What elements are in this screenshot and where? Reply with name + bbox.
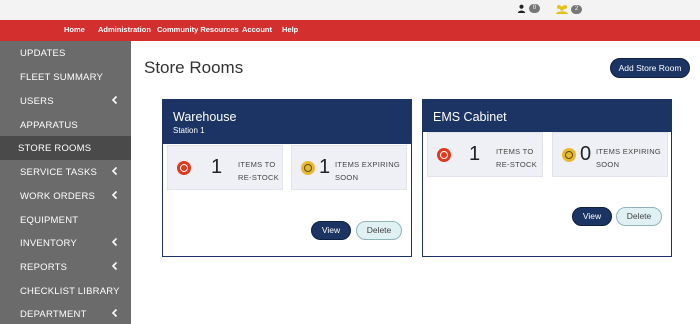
expiring-label-line2: SOON	[596, 160, 620, 169]
sidebar-item-label: STORE ROOMS	[18, 143, 92, 154]
expiring-count: 0	[580, 143, 592, 165]
chevron-left-icon	[111, 95, 118, 105]
sidebar-item-service-tasks[interactable]: SERVICE TASKS	[0, 160, 131, 184]
chevron-left-icon	[111, 237, 118, 247]
nav-help[interactable]: Help	[282, 25, 298, 34]
sidebar-item-label: EQUIPMENT	[20, 215, 79, 226]
sidebar-item-label: UPDATES	[20, 48, 66, 59]
nav-account[interactable]: Account	[242, 25, 272, 34]
nav-home[interactable]: Home	[64, 25, 85, 34]
sidebar: UPDATES FLEET SUMMARY USERS APPARATUS ST…	[0, 41, 131, 324]
nav-administration[interactable]: Administration	[98, 25, 151, 34]
restock-count: 1	[469, 143, 481, 165]
chevron-left-icon	[111, 166, 118, 176]
card-title: Warehouse	[173, 110, 237, 124]
restock-label-line1: ITEMS TO	[496, 147, 534, 156]
sidebar-item-inventory[interactable]: INVENTORY	[0, 231, 131, 255]
sidebar-item-store-rooms[interactable]: STORE ROOMS	[0, 136, 131, 160]
sidebar-item-reports[interactable]: REPORTS	[0, 255, 131, 279]
sidebar-item-equipment[interactable]: EQUIPMENT	[0, 208, 131, 232]
restock-stat: 1 ITEMS TO RE-STOCK	[427, 132, 543, 177]
delete-button[interactable]: Delete	[616, 207, 662, 226]
view-button[interactable]: View	[311, 221, 351, 240]
user-count-badge: 0	[529, 4, 540, 13]
delete-button[interactable]: Delete	[356, 221, 402, 240]
group-count-badge: 2	[571, 4, 582, 14]
group-icon	[556, 5, 568, 14]
user-icon	[517, 4, 526, 13]
sidebar-item-label: USERS	[20, 96, 54, 107]
restock-count: 1	[211, 156, 223, 178]
expiring-label-line1: ITEMS EXPIRING	[596, 147, 662, 156]
sidebar-item-work-orders[interactable]: WORK ORDERS	[0, 184, 131, 208]
main-navbar: Home Administration Community Resources …	[0, 20, 700, 41]
top-utility-bar: 0 2	[0, 0, 700, 20]
sidebar-item-checklist-library[interactable]: CHECKLIST LIBRARY	[0, 279, 131, 303]
sidebar-item-users[interactable]: USERS	[0, 89, 131, 113]
sidebar-item-department[interactable]: DEPARTMENT	[0, 302, 131, 324]
sidebar-item-label: WORK ORDERS	[20, 191, 96, 202]
expiring-label: ITEMS EXPIRING SOON	[335, 158, 400, 184]
expiring-stat: 0 ITEMS EXPIRING SOON	[552, 132, 668, 177]
sidebar-item-label: INVENTORY	[20, 238, 77, 249]
sidebar-item-label: APPARATUS	[20, 120, 78, 131]
chevron-left-icon	[111, 261, 118, 271]
sidebar-item-updates[interactable]: UPDATES	[0, 41, 131, 65]
expiring-target-icon	[301, 161, 315, 175]
expiring-label: ITEMS EXPIRING SOON	[596, 145, 661, 171]
sidebar-item-label: FLEET SUMMARY	[20, 72, 104, 83]
expiring-label-line1: ITEMS EXPIRING	[335, 160, 401, 169]
page-title: Store Rooms	[144, 58, 244, 77]
sidebar-item-label: SERVICE TASKS	[20, 167, 98, 178]
sidebar-item-label: DEPARTMENT	[20, 309, 87, 320]
restock-target-icon	[437, 148, 451, 162]
restock-label: ITEMS TO RE-STOCK	[496, 145, 537, 171]
restock-label-line2: RE-STOCK	[238, 173, 280, 182]
chevron-left-icon	[111, 308, 118, 318]
sidebar-item-label: REPORTS	[20, 262, 68, 273]
restock-target-icon	[177, 161, 191, 175]
user-indicator[interactable]: 0	[517, 4, 540, 13]
store-room-card-ems-cabinet: EMS Cabinet 1 ITEMS TO RE-STOCK 0 ITEMS …	[422, 99, 672, 257]
store-room-card-warehouse: Warehouse Station 1 1 ITEMS TO RE-STOCK …	[162, 99, 412, 257]
card-title: EMS Cabinet	[433, 110, 507, 124]
chevron-left-icon	[111, 190, 118, 200]
card-subtitle: Station 1	[173, 126, 205, 135]
expiring-count: 1	[319, 156, 331, 178]
expiring-label-line2: SOON	[335, 173, 359, 182]
restock-label-line1: ITEMS TO	[238, 160, 276, 169]
card-header: EMS Cabinet	[423, 100, 671, 132]
expiring-target-icon	[562, 148, 576, 162]
group-indicator[interactable]: 2	[556, 4, 582, 14]
sidebar-item-apparatus[interactable]: APPARATUS	[0, 113, 131, 137]
sidebar-item-fleet-summary[interactable]: FLEET SUMMARY	[0, 65, 131, 89]
view-button[interactable]: View	[572, 207, 612, 226]
add-store-room-button[interactable]: Add Store Room	[610, 58, 690, 78]
expiring-stat: 1 ITEMS EXPIRING SOON	[291, 145, 407, 190]
nav-community-resources[interactable]: Community Resources	[157, 25, 239, 34]
restock-label: ITEMS TO RE-STOCK	[238, 158, 279, 184]
sidebar-item-label: CHECKLIST LIBRARY	[20, 286, 120, 297]
card-header: Warehouse Station 1	[163, 100, 411, 144]
restock-stat: 1 ITEMS TO RE-STOCK	[167, 145, 283, 190]
restock-label-line2: RE-STOCK	[496, 160, 538, 169]
